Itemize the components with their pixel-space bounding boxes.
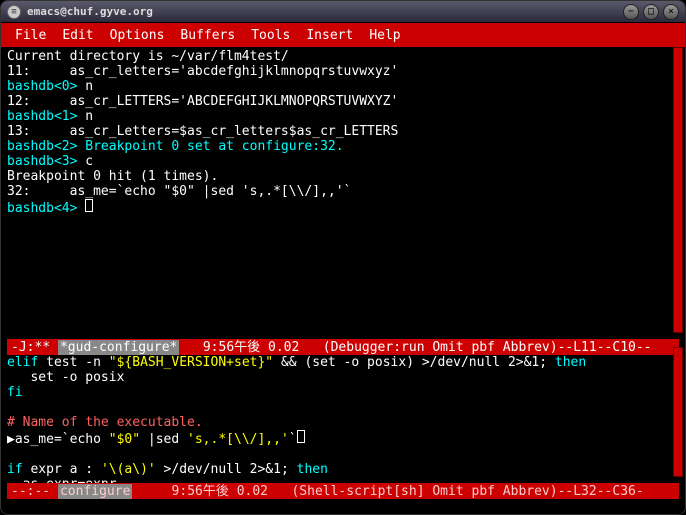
prompt-line: bashdb<3> c — [7, 154, 679, 169]
code-line: set -o posix — [7, 370, 679, 385]
editor-area: Current directory is ~/var/flm4test/ 11:… — [1, 47, 685, 514]
code-line: elif test -n "${BASH_VERSION+set}" && (s… — [7, 355, 679, 370]
code-line: if expr a : '\(a\)' >/dev/null 2>&1; the… — [7, 462, 679, 477]
code-line: ▶as_me=`echo "$0" |sed 's,.*[\\/],,'` — [7, 430, 679, 447]
menu-insert[interactable]: Insert — [300, 26, 359, 45]
menu-edit[interactable]: Edit — [56, 26, 99, 45]
code-line: Breakpoint 0 hit (1 times). — [7, 169, 679, 184]
app-icon: ≡ — [7, 5, 21, 19]
comment-line: # Name of the executable. — [7, 415, 679, 430]
current-line-icon: ▶ — [7, 432, 15, 447]
menu-buffers[interactable]: Buffers — [174, 26, 241, 45]
scrollbar[interactable] — [673, 47, 683, 512]
close-button[interactable]: × — [663, 4, 679, 20]
menu-file[interactable]: File — [9, 26, 52, 45]
prompt-line: bashdb<0> n — [7, 79, 679, 94]
modeline-debugger[interactable]: -J:** *gud-configure* 9:56午後 0.02 (Debug… — [7, 339, 679, 355]
code-line: 13: as_cr_Letters=$as_cr_letters$as_cr_L… — [7, 124, 679, 139]
minimize-button[interactable]: − — [623, 4, 639, 20]
code-line: 12: as_cr_LETTERS='ABCDEFGHIJKLMNOPQRSTU… — [7, 94, 679, 109]
code-line — [7, 447, 679, 462]
debugger-pane[interactable]: Current directory is ~/var/flm4test/ 11:… — [7, 49, 679, 339]
maximize-button[interactable]: □ — [643, 4, 659, 20]
menubar: File Edit Options Buffers Tools Insert H… — [1, 23, 685, 47]
window-title: emacs@chuf.gyve.org — [27, 5, 153, 18]
prompt-line: bashdb<4> — [7, 199, 679, 216]
cursor — [297, 430, 305, 443]
code-line — [7, 400, 679, 415]
menu-options[interactable]: Options — [104, 26, 171, 45]
menu-tools[interactable]: Tools — [245, 26, 296, 45]
modeline-source[interactable]: --:-- configure 9:56午後 0.02 (Shell-scrip… — [7, 483, 679, 499]
source-pane[interactable]: elif test -n "${BASH_VERSION+set}" && (s… — [7, 355, 679, 483]
code-line: 11: as_cr_letters='abcdefghijklmnopqrstu… — [7, 64, 679, 79]
prompt-line: bashdb<2> Breakpoint 0 set at configure:… — [7, 139, 679, 154]
cursor — [85, 199, 93, 212]
titlebar[interactable]: ≡ emacs@chuf.gyve.org − □ × — [1, 1, 685, 23]
prompt-line: bashdb<1> n — [7, 109, 679, 124]
code-line: 32: as_me=`echo "$0" |sed 's,.*[\\/],,'` — [7, 184, 679, 199]
scrollbar-thumb[interactable] — [673, 347, 683, 477]
code-line: Current directory is ~/var/flm4test/ — [7, 49, 679, 64]
code-line: fi — [7, 385, 679, 400]
scrollbar-thumb[interactable] — [673, 47, 683, 333]
menu-help[interactable]: Help — [363, 26, 406, 45]
